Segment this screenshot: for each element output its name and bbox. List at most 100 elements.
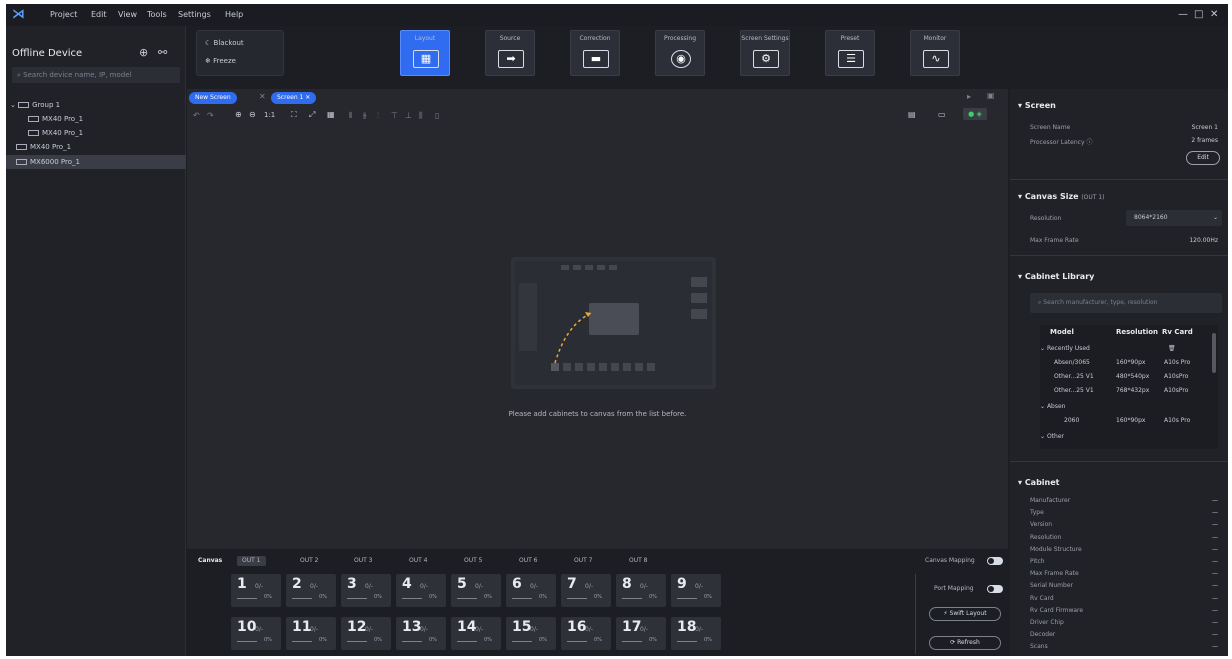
scrollbar[interactable] (1212, 333, 1216, 373)
tool-preset[interactable]: Preset ☰ (825, 30, 875, 76)
align-left-icon[interactable]: ⫴ (349, 111, 352, 121)
output-port-tile[interactable]: 1 0/- 0% (231, 574, 281, 607)
tool-layout[interactable]: Layout ▦ (400, 30, 450, 76)
tree-item-device[interactable]: MX40 Pro_1 (6, 140, 186, 154)
cabinet-search-input[interactable]: ⌕ Search manufacturer, type, resolution (1030, 293, 1222, 313)
tree-item-label: MX40 Pro_1 (30, 143, 72, 151)
output-port-tile[interactable]: 10 0/- 0% (231, 617, 281, 650)
port-percent: 0% (429, 637, 437, 643)
out-tab-1[interactable]: OUT 1 (237, 556, 266, 566)
cabinet-library-section-title[interactable]: ▾ Cabinet Library (1018, 272, 1094, 281)
distribute-icon[interactable]: ⫼ (419, 111, 423, 121)
output-port-tile[interactable]: 6 0/- 0% (506, 574, 556, 607)
tool-screen-settings[interactable]: Screen Settings ⚙ (740, 30, 790, 76)
tree-item-device[interactable]: MX40 Pro_1 (6, 112, 186, 126)
tree-item-device[interactable]: MX40 Pro_1 (6, 126, 186, 140)
output-port-tile[interactable]: 11 0/- 0% (286, 617, 336, 650)
canvas-size-section-title[interactable]: ▾ Canvas Size (OUT 1) (1018, 192, 1105, 201)
out-tab-7[interactable]: OUT 7 (569, 556, 598, 566)
undo-icon[interactable]: ↶ (193, 111, 200, 120)
minimize-icon[interactable]: — (1178, 9, 1188, 20)
out-tab-4[interactable]: OUT 4 (404, 556, 433, 566)
output-port-tile[interactable]: 14 0/- 0% (451, 617, 501, 650)
align-top-icon[interactable]: ⊤ (391, 111, 398, 120)
zoom-reset-button[interactable]: 1:1 (264, 111, 275, 119)
panel-collapse-icon[interactable]: ▣ (987, 91, 995, 100)
canvas-mapping-toggle[interactable] (987, 557, 1003, 565)
menu-tools[interactable]: Tools (147, 10, 167, 19)
zoom-out-icon[interactable]: ⊖ (249, 110, 256, 119)
info-icon[interactable]: ⓘ (1086, 139, 1092, 146)
port-mapping-toggle[interactable] (987, 585, 1003, 593)
output-port-tile[interactable]: 9 0/- 0% (671, 574, 721, 607)
output-port-tile[interactable]: 15 0/- 0% (506, 617, 556, 650)
align-right-icon[interactable]: ⫶ (377, 111, 379, 121)
lib-model[interactable]: Other...25 V1 (1054, 387, 1094, 394)
output-port-tile[interactable]: 7 0/- 0% (561, 574, 611, 607)
status-indicator-icon[interactable]: ● ◈ (963, 108, 987, 120)
view-grid-icon[interactable]: ▤ (908, 110, 916, 119)
align-center-icon[interactable]: ⫵ (363, 111, 367, 121)
freeze-button[interactable]: ❄ Freeze (205, 57, 236, 65)
menu-settings[interactable]: Settings (178, 10, 211, 19)
cabinet-section-title[interactable]: ▾ Cabinet (1018, 478, 1060, 487)
out-tab-8[interactable]: OUT 8 (624, 556, 653, 566)
new-screen-button[interactable]: New Screen (189, 92, 237, 104)
grid-icon[interactable]: ▦ (327, 110, 335, 119)
out-tab-3[interactable]: OUT 3 (349, 556, 378, 566)
swift-layout-button[interactable]: ⚡ Swift Layout (929, 607, 1001, 621)
screen-section-title[interactable]: ▾ Screen (1018, 101, 1056, 110)
refresh-button[interactable]: ⟳ Refresh (929, 636, 1001, 650)
maximize-icon[interactable]: □ (1194, 9, 1203, 20)
group-row-other[interactable]: ⌄ Other (1040, 433, 1064, 440)
output-port-tile[interactable]: 18 0/- 0% (671, 617, 721, 650)
out-tab-5[interactable]: OUT 5 (459, 556, 488, 566)
output-port-tile[interactable]: 12 0/- 0% (341, 617, 391, 650)
out-tab-6[interactable]: OUT 6 (514, 556, 543, 566)
view-window-icon[interactable]: ▭ (938, 110, 946, 119)
edit-button[interactable]: Edit (1186, 151, 1220, 165)
port-number: 3 (347, 576, 357, 592)
device-topology-icon[interactable]: ⚯ (158, 46, 167, 59)
tool-source[interactable]: Source ➡ (485, 30, 535, 76)
group-row-recently-used[interactable]: ⌄ Recently Used (1040, 345, 1090, 352)
tool-monitor[interactable]: Monitor ∿ (910, 30, 960, 76)
tree-item-device-selected[interactable]: MX6000 Pro_1 (6, 155, 186, 169)
menu-help[interactable]: Help (225, 10, 243, 19)
menu-view[interactable]: View (118, 10, 137, 19)
resolution-select[interactable]: 8064*2160 ⌄ (1126, 210, 1222, 226)
output-port-tile[interactable]: 17 0/- 0% (616, 617, 666, 650)
menu-project[interactable]: Project (50, 10, 77, 19)
align-middle-icon[interactable]: ⊥ (405, 111, 412, 120)
tab-screen-1[interactable]: Screen 1 ✕ (271, 92, 317, 104)
lib-model[interactable]: Other...25 V1 (1054, 373, 1094, 380)
output-port-tile[interactable]: 3 0/- 0% (341, 574, 391, 607)
device-search-input[interactable]: ⌕ Search device name, IP, model (12, 67, 180, 83)
close-icon[interactable]: ✕ (1210, 9, 1218, 20)
out-tab-2[interactable]: OUT 2 (295, 556, 324, 566)
fit-window-icon[interactable]: ⤢ (309, 110, 315, 120)
tab-close-icon[interactable]: ✕ (305, 94, 310, 101)
output-port-tile[interactable]: 4 0/- 0% (396, 574, 446, 607)
tool-correction[interactable]: Correction ▬ (570, 30, 620, 76)
output-port-tile[interactable]: 5 0/- 0% (451, 574, 501, 607)
lib-model[interactable]: 2060 (1064, 417, 1079, 424)
fit-screen-icon[interactable]: ⛶ (291, 110, 297, 120)
trash-icon[interactable]: 🗑 (1168, 345, 1176, 352)
zoom-in-icon[interactable]: ⊕ (235, 110, 242, 119)
tree-item-group[interactable]: ⌄ Group 1 (6, 98, 186, 112)
panel-toggle-icon[interactable]: ▸ (967, 92, 971, 101)
blackout-button[interactable]: ☾ Blackout (205, 39, 244, 47)
tool-processing[interactable]: Processing ◉ (655, 30, 705, 76)
add-device-icon[interactable]: ⊕ (139, 46, 148, 59)
output-port-tile[interactable]: 13 0/- 0% (396, 617, 446, 650)
output-port-tile[interactable]: 16 0/- 0% (561, 617, 611, 650)
lock-icon[interactable]: ▯ (435, 111, 439, 120)
group-row-absen[interactable]: ⌄ Absen (1040, 403, 1065, 410)
lib-model[interactable]: Absen/3065 (1054, 359, 1090, 366)
output-port-tile[interactable]: 2 0/- 0% (286, 574, 336, 607)
menu-edit[interactable]: Edit (91, 10, 107, 19)
canvas-area[interactable]: New Screen ✕ Screen 1 ✕ ▸ ▣ ↶ ↷ ⊕ ⊖ 1:1 … (187, 89, 1008, 549)
redo-icon[interactable]: ↷ (207, 111, 214, 120)
output-port-tile[interactable]: 8 0/- 0% (616, 574, 666, 607)
